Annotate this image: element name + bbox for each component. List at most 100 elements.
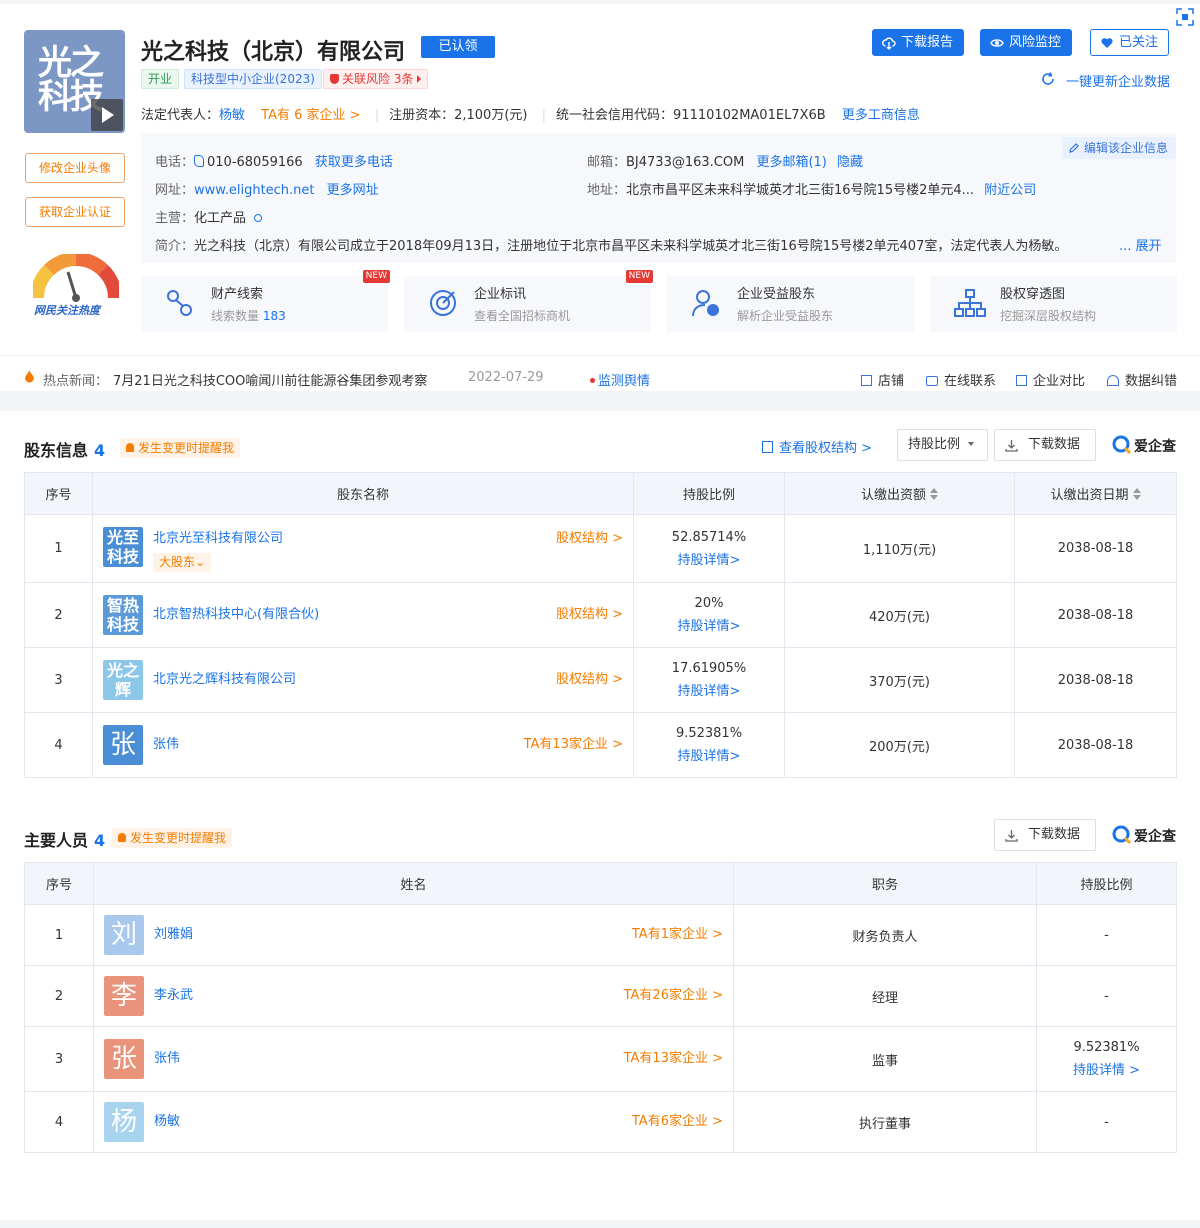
shareholder-name-link[interactable]: 北京光之辉科技有限公司 [153, 668, 296, 687]
risk-tag-label: 关联风险 3条 [342, 72, 414, 86]
person-name-link[interactable]: 杨敏 [154, 1110, 180, 1129]
edit-info-button[interactable]: 编辑该企业信息 [1061, 137, 1176, 159]
equity-structure-link[interactable]: 股权结构 > [556, 603, 623, 622]
shareholders-remind-button[interactable]: 发生变更时提醒我 [120, 438, 241, 458]
follow-button[interactable]: 已关注 [1090, 29, 1170, 56]
ratio-value: - [1036, 1091, 1177, 1153]
person-name-cell: 李 李永武 TA有26家企业 > [93, 965, 734, 1027]
person-name-link[interactable]: 李永武 [154, 984, 193, 1003]
holding-detail-link[interactable]: 持股详情> [634, 680, 784, 699]
compare-link[interactable]: 企业对比 [1016, 370, 1085, 389]
holding-detail-link[interactable]: 持股详情 > [1037, 1059, 1176, 1078]
shareholder-name-link[interactable]: 北京光至科技有限公司 [153, 527, 283, 546]
risk-monitor-button[interactable]: 风险监控 [980, 29, 1073, 56]
hide-email-link[interactable]: 隐藏 [837, 155, 863, 170]
compare-label: 企业对比 [1033, 374, 1086, 389]
ratio-cell: 9.52381% 持股详情> [633, 712, 785, 778]
amount-value: 200万(元) [784, 712, 1015, 778]
risk-tag[interactable]: 关联风险 3条 [323, 69, 429, 89]
related-companies-link[interactable]: TA有13家企业 > [524, 733, 623, 752]
business-value: 化工产品 [194, 211, 247, 226]
company-logo[interactable]: 光之科技 [24, 30, 125, 133]
personnel-remind-button[interactable]: 发生变更时提醒我 [112, 828, 233, 848]
personnel-download-button[interactable]: 下载数据 [994, 819, 1096, 851]
download-report-button[interactable]: 下载报告 [872, 29, 965, 56]
table-row: 2 智热科技 北京智热科技中心(有限合伙) 股权结构 > 20% 持股详情> 42… [24, 582, 1177, 648]
view-structure-link[interactable]: 查看股权结构 > [762, 437, 872, 456]
person-name-link[interactable]: 张伟 [154, 1047, 180, 1066]
feature-title: 股权穿透图 [1000, 287, 1066, 302]
search-icon[interactable] [254, 214, 263, 222]
shop-link[interactable]: 店铺 [861, 370, 904, 389]
shareholder-name-link[interactable]: 张伟 [153, 733, 179, 752]
more-business-info-link[interactable]: 更多工商信息 [842, 108, 920, 123]
nearby-company-link[interactable]: 附近公司 [984, 183, 1036, 198]
news-headline[interactable]: 7月21日光之科技COO喻闻川前往能源谷集团参观考察 [113, 370, 427, 389]
news-date: 2022-07-29 [468, 370, 544, 385]
address-value: 北京市昌平区未来科学城英才北三街16号院15号楼2单元4... [626, 183, 975, 198]
shareholders-download-button[interactable]: 下载数据 [994, 429, 1096, 461]
role-value: 监事 [733, 1026, 1037, 1092]
sme-tag[interactable]: 科技型中小企业(2023) [184, 69, 322, 89]
target-icon [430, 290, 456, 316]
expand-intro-link[interactable]: ... 展开 [1119, 235, 1162, 254]
play-icon[interactable] [91, 99, 123, 131]
address-row: 地址：北京市昌平区未来科学城英才北三街16号院15号楼2单元4... 附近公司 [587, 179, 1036, 198]
online-contact-link[interactable]: 在线联系 [926, 370, 996, 389]
holding-detail-link[interactable]: 持股详情> [634, 745, 784, 764]
org-chart-icon [954, 289, 986, 317]
chevron-down-icon [968, 442, 975, 446]
related-companies-link[interactable]: TA有6家企业 > [632, 1110, 723, 1129]
capital-value: 2,100万(元) [454, 108, 528, 123]
heat-label: 网民关注热度 [34, 304, 100, 317]
more-phone-link[interactable]: 获取更多电话 [315, 155, 393, 170]
equity-structure-link[interactable]: 股权结构 > [556, 668, 623, 687]
related-companies-link[interactable]: TA有13家企业 > [624, 1047, 723, 1066]
data-correction-link[interactable]: 数据纠错 [1107, 370, 1177, 389]
feature-card-bidding[interactable]: 企业标讯 查看全国招标商机 NEW [404, 270, 653, 332]
sort-select[interactable]: 持股比例 [897, 429, 988, 461]
col-header-amount-label: 认缴出资额 [860, 488, 926, 503]
dot-icon [590, 378, 595, 383]
related-companies-link[interactable]: TA有26家企业 > [624, 984, 723, 1003]
get-cert-button[interactable]: 获取企业认证 [25, 197, 125, 227]
row-no: 2 [24, 582, 93, 648]
person-name-cell: 刘 刘雅娟 TA有1家企业 > [93, 904, 734, 966]
feature-card-beneficiary[interactable]: 企业受益股东 解析企业受益股东 [667, 276, 914, 332]
equity-structure-link[interactable]: 股权结构 > [556, 527, 623, 546]
avatar: 智热科技 [103, 595, 143, 635]
person-name-link[interactable]: 刘雅娟 [154, 923, 193, 942]
amount-value: 420万(元) [784, 582, 1015, 648]
more-website-link[interactable]: 更多网址 [327, 183, 379, 198]
major-shareholder-badge[interactable]: 大股东⌄ [153, 553, 212, 572]
col-header-amount[interactable]: 认缴出资额 [784, 472, 1015, 515]
col-header-date[interactable]: 认缴出资日期 [1014, 472, 1177, 515]
shareholder-name-cell: 光之辉 北京光之辉科技有限公司 股权结构 > [92, 647, 634, 713]
feature-card-equity-chart[interactable]: 股权穿透图 挖掘深层股权结构 [930, 276, 1177, 332]
view-structure-label: 查看股权结构 > [779, 441, 873, 456]
feature-card-property-clues[interactable]: 财产线索 线索数量 183 NEW [141, 270, 390, 332]
shareholder-name-link[interactable]: 北京智热科技中心(有限合伙) [153, 603, 319, 622]
personnel-count: 4 [94, 831, 106, 850]
col-header-no: 序号 [24, 472, 93, 515]
monitor-sentiment-link[interactable]: 监测舆情 [590, 370, 650, 389]
legal-rep-companies-link[interactable]: TA有 6 家企业 > [261, 108, 360, 123]
edit-avatar-button[interactable]: 修改企业头像 [25, 153, 125, 183]
website-link[interactable]: www.elightech.net [194, 183, 315, 198]
row-no: 2 [24, 965, 94, 1027]
qr-code-icon[interactable] [1176, 8, 1194, 26]
related-companies-link[interactable]: TA有1家企业 > [632, 923, 723, 942]
more-email-link[interactable]: 更多邮箱(1) [756, 155, 826, 170]
personnel-title: 主要人员 4 [24, 827, 105, 851]
edit-info-label: 编辑该企业信息 [1083, 141, 1168, 155]
shareholder-name-cell: 光至科技 北京光至科技有限公司 大股东⌄ 股权结构 > [92, 514, 634, 583]
legal-rep-link[interactable]: 杨敏 [219, 108, 245, 123]
col-header-ratio: 持股比例 [1036, 862, 1177, 905]
holding-detail-link[interactable]: 持股详情> [634, 615, 784, 634]
holding-detail-link[interactable]: 持股详情> [634, 549, 784, 568]
refresh-data-link[interactable]: 一键更新企业数据 [1042, 71, 1170, 90]
compare-icon [1016, 375, 1027, 386]
heart-icon [1101, 38, 1113, 48]
col-header-name: 股东名称 [92, 472, 634, 515]
company-info-panel: 编辑该企业信息 电话： 010-68059166 获取更多电话 邮箱：BJ4733… [141, 133, 1176, 263]
